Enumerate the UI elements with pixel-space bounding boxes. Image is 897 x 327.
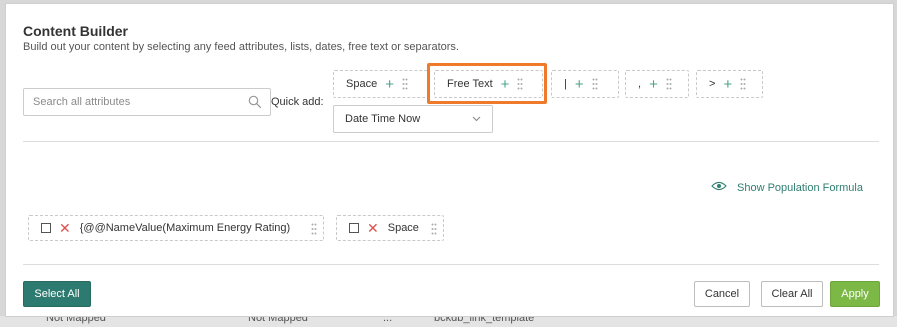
drag-handle-icon[interactable]	[402, 78, 408, 90]
dialog-title: Content Builder	[23, 23, 128, 39]
remove-icon[interactable]: ✕	[59, 221, 71, 235]
section-divider	[23, 141, 879, 142]
eye-icon	[711, 181, 727, 194]
chip-label: ,	[638, 78, 642, 90]
drag-handle-icon[interactable]	[431, 223, 437, 238]
content-item[interactable]: ✕ {@@NameValue(Maximum Energy Rating)	[28, 215, 324, 241]
highlight-callout	[427, 63, 547, 104]
attribute-search[interactable]	[23, 88, 271, 116]
drag-handle-icon[interactable]	[311, 223, 317, 238]
quick-add-pipe-chip[interactable]: | +	[551, 70, 619, 98]
quick-add-greater-than-chip[interactable]: > +	[696, 70, 763, 98]
quick-add-comma-chip[interactable]: , +	[625, 70, 689, 98]
quick-add-label: Quick add:	[271, 96, 324, 108]
background-cell: bckdb_link_template	[434, 316, 535, 324]
remove-icon[interactable]: ✕	[367, 221, 379, 235]
formula-link-label: Show Population Formula	[737, 181, 863, 194]
select-value: Date Time Now	[345, 113, 421, 125]
search-input[interactable]	[33, 96, 243, 108]
content-item[interactable]: ✕ Space	[336, 215, 444, 241]
plus-icon[interactable]: +	[575, 77, 584, 92]
show-population-formula-link[interactable]: Show Population Formula	[711, 181, 863, 194]
dialog-subtitle: Build out your content by selecting any …	[23, 41, 459, 53]
plus-icon[interactable]: +	[649, 77, 658, 92]
clear-all-button[interactable]: Clear All	[761, 281, 823, 307]
background-cell: ...	[383, 316, 393, 324]
background-cell: Not Mapped	[248, 316, 308, 324]
chip-label: Space	[346, 78, 378, 90]
drag-handle-icon[interactable]	[740, 78, 746, 90]
search-icon[interactable]	[248, 95, 262, 114]
cancel-button[interactable]: Cancel	[694, 281, 750, 307]
quick-add-space-chip[interactable]: Space +	[333, 70, 429, 98]
drag-handle-icon[interactable]	[666, 78, 672, 90]
plus-icon[interactable]: +	[723, 77, 732, 92]
chevron-down-icon[interactable]	[472, 114, 481, 126]
item-label: {@@NameValue(Maximum Energy Rating)	[79, 222, 291, 234]
content-builder-dialog: Content Builder Build out your content b…	[5, 3, 894, 317]
plus-icon[interactable]: +	[385, 77, 394, 92]
item-checkbox[interactable]	[41, 223, 51, 233]
footer-divider	[23, 264, 879, 265]
date-format-select[interactable]: Date Time Now	[333, 105, 493, 133]
background-cell: Not Mapped	[46, 316, 106, 324]
item-checkbox[interactable]	[349, 223, 359, 233]
background-table-row: Not Mapped Not Mapped ... bckdb_link_tem…	[0, 316, 897, 327]
chip-label: |	[564, 78, 567, 90]
drag-handle-icon[interactable]	[592, 78, 598, 90]
apply-button[interactable]: Apply	[830, 281, 880, 307]
select-all-button[interactable]: Select All	[23, 281, 91, 307]
item-label: Space	[387, 222, 419, 234]
chip-label: >	[709, 78, 716, 90]
